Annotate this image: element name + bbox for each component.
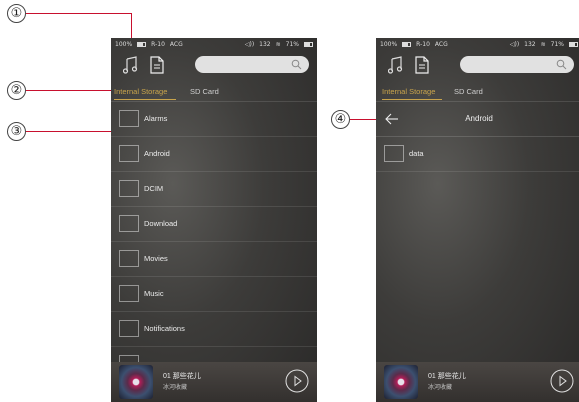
- search-input[interactable]: [460, 56, 574, 73]
- list-item[interactable]: Android: [111, 137, 317, 172]
- tab-sd-card[interactable]: SD Card: [454, 87, 483, 96]
- toolbar: [376, 51, 579, 81]
- list-item[interactable]: Alarms: [111, 102, 317, 137]
- volume-value: 132: [259, 41, 271, 48]
- folder-icon: [119, 215, 139, 232]
- active-tab-underline: [114, 99, 176, 100]
- folder-label: data: [409, 149, 424, 158]
- wifi-icon: ≋: [275, 41, 281, 48]
- play-icon[interactable]: [550, 369, 574, 393]
- left-battery-text: 100%: [115, 41, 133, 48]
- phone-screen-left: 100% R-10 ACG ◁)) 132 ≋ 71% Internal Sto…: [111, 38, 317, 402]
- file-icon[interactable]: [149, 56, 165, 74]
- folder-label: DCIM: [144, 184, 164, 193]
- callout-1-line: [26, 13, 131, 14]
- volume-icon: ◁)): [244, 41, 255, 48]
- battery-icon: [137, 42, 147, 47]
- folder-icon: [119, 250, 139, 267]
- callout-1: ①: [7, 4, 26, 23]
- volume-icon: ◁)): [509, 41, 520, 48]
- folder-label: Notifications: [144, 324, 185, 333]
- folder-icon: [119, 145, 139, 162]
- volume-value: 132: [524, 41, 536, 48]
- storage-tabs: Internal Storage SD Card: [376, 81, 579, 102]
- track-title: 01 那些花儿: [428, 373, 466, 380]
- file-icon[interactable]: [414, 56, 430, 74]
- track-artist: 冰河收藏: [428, 385, 453, 391]
- track-artist: 冰河收藏: [163, 385, 188, 391]
- list-item[interactable]: Notifications: [111, 312, 317, 347]
- status-bar: 100% R-10 ACG ◁)) 132 ≋ 71%: [376, 38, 579, 51]
- mini-player[interactable]: 01 那些花儿 冰河收藏: [376, 362, 579, 402]
- tab-sd-card[interactable]: SD Card: [190, 87, 219, 96]
- folder-label: Movies: [144, 254, 168, 263]
- folder-icon: [119, 110, 139, 127]
- search-icon[interactable]: [291, 59, 302, 70]
- folder-label: Download: [144, 219, 178, 228]
- album-art[interactable]: [119, 365, 153, 399]
- folder-title: Android: [465, 114, 493, 123]
- callout-3: ③: [7, 122, 26, 141]
- search-icon[interactable]: [556, 59, 567, 70]
- phone-screen-right: 100% R-10 ACG ◁)) 132 ≋ 71% Internal Sto…: [376, 38, 579, 402]
- mode-label: ACG: [434, 41, 448, 48]
- tab-internal-storage[interactable]: Internal Storage: [114, 87, 167, 96]
- list-item[interactable]: data: [376, 137, 579, 172]
- album-art[interactable]: [384, 365, 418, 399]
- tab-internal-storage[interactable]: Internal Storage: [382, 87, 435, 96]
- mini-player[interactable]: 01 那些花儿 冰河收藏: [111, 362, 317, 402]
- folder-icon: [119, 180, 139, 197]
- list-item[interactable]: Music: [111, 277, 317, 312]
- device-name: R-10: [151, 41, 165, 48]
- folder-label: Music: [144, 289, 164, 298]
- device-name: R-10: [416, 41, 430, 48]
- callout-4: ④: [331, 110, 350, 129]
- status-bar: 100% R-10 ACG ◁)) 132 ≋ 71%: [111, 38, 317, 51]
- left-battery-text: 100%: [380, 41, 398, 48]
- mode-label: ACG: [169, 41, 183, 48]
- music-icon[interactable]: [123, 56, 139, 74]
- right-battery-text: 71%: [550, 41, 564, 48]
- callout-2-line: [26, 90, 118, 91]
- music-icon[interactable]: [388, 56, 404, 74]
- callout-2: ②: [7, 81, 26, 100]
- list-item[interactable]: DCIM: [111, 172, 317, 207]
- folder-icon: [384, 145, 404, 162]
- folder-icon: [119, 320, 139, 337]
- storage-tabs: Internal Storage SD Card: [111, 81, 317, 102]
- wifi-icon: ≋: [540, 41, 546, 48]
- battery-icon: [402, 42, 412, 47]
- right-battery-text: 71%: [285, 41, 299, 48]
- folder-header: Android: [376, 102, 579, 137]
- play-icon[interactable]: [285, 369, 309, 393]
- folder-label: Alarms: [144, 114, 168, 123]
- list-item[interactable]: Download: [111, 207, 317, 242]
- toolbar: [111, 51, 317, 81]
- track-title: 01 那些花儿: [163, 373, 201, 380]
- folder-label: Android: [144, 149, 170, 158]
- battery-icon: [569, 42, 578, 47]
- folder-icon: [119, 285, 139, 302]
- search-input[interactable]: [195, 56, 309, 73]
- battery-icon: [304, 42, 313, 47]
- list-item[interactable]: Movies: [111, 242, 317, 277]
- active-tab-underline: [382, 99, 442, 100]
